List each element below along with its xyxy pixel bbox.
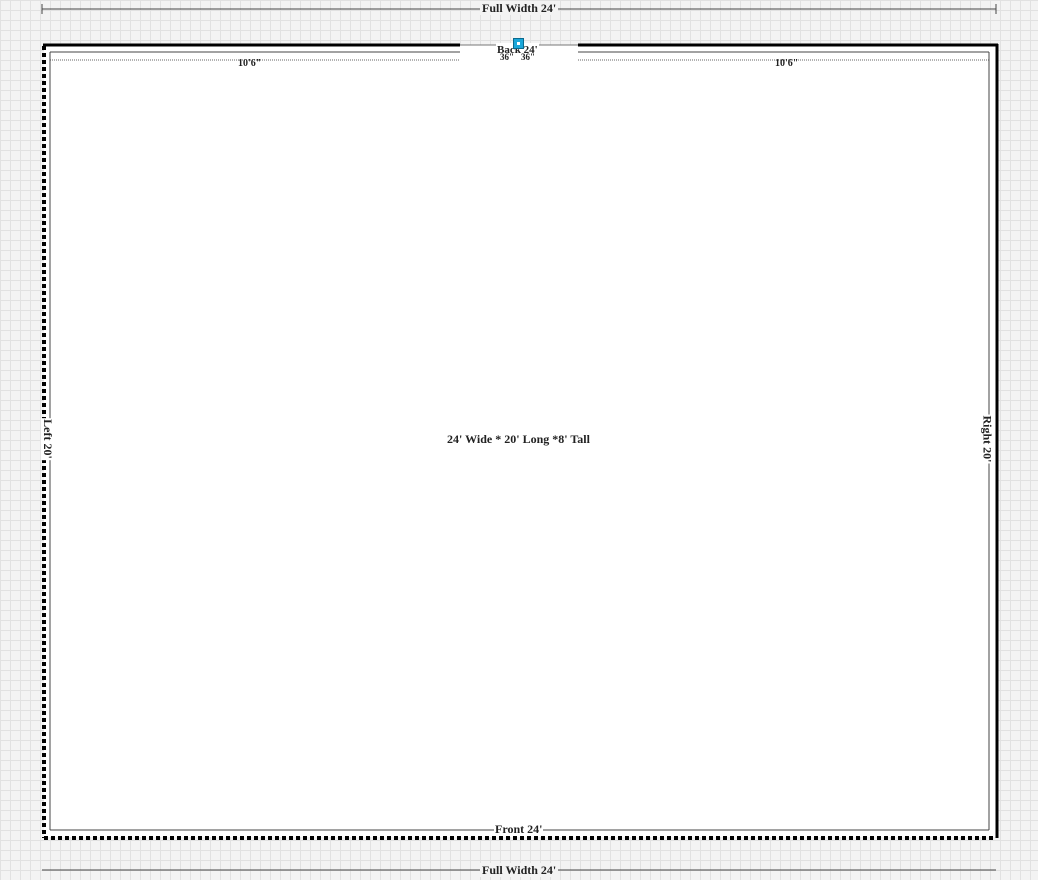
door-selection-handle[interactable] <box>513 38 524 49</box>
left-label: Left 20' <box>40 418 55 460</box>
back-segment-left-label: 10'6" <box>238 58 262 69</box>
opening-right-label: 36" <box>521 52 535 62</box>
full-width-bottom-label: Full Width 24' <box>480 863 559 877</box>
opening-left-label: 36" <box>500 52 514 62</box>
floor-plan-canvas[interactable]: Full Width 24' Full Width 24' Front 24' … <box>0 0 1038 880</box>
back-segment-right-label: 10'6" <box>775 58 799 69</box>
full-width-top-label: Full Width 24' <box>480 1 559 15</box>
right-label: Right 20' <box>980 414 995 464</box>
front-label: Front 24' <box>494 822 544 836</box>
building-summary-label: 24' Wide * 20' Long *8' Tall <box>447 432 590 446</box>
